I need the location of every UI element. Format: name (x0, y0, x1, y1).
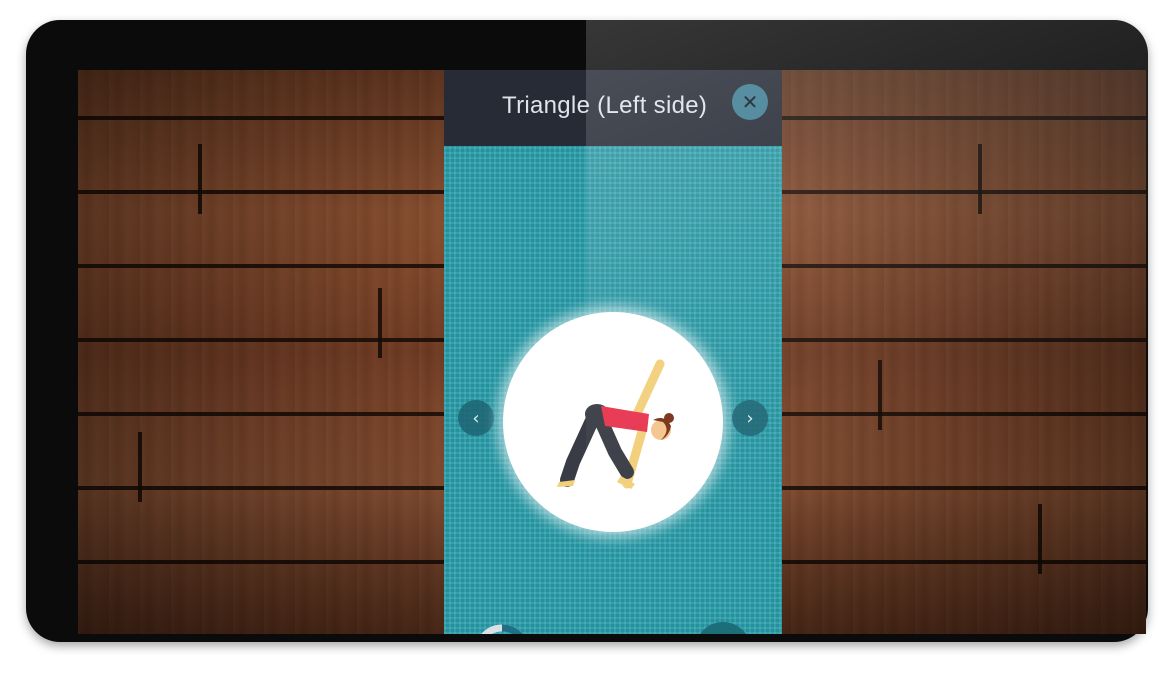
chevron-left-icon: ‹ (472, 407, 480, 429)
exercise-title: Triangle (Left side) (502, 92, 708, 119)
exercise-header: Triangle (Left side) ✕ (444, 70, 782, 146)
countdown-timer: 11 (472, 622, 532, 634)
close-button[interactable]: ✕ (732, 84, 768, 120)
triangle-pose-figure-icon (557, 359, 674, 489)
pose-illustration (503, 312, 723, 532)
exercise-panel: Triangle (Left side) ✕ ‹ › (444, 70, 782, 634)
timer-seconds: 11 (472, 622, 532, 634)
previous-exercise-button[interactable]: ‹ (458, 400, 494, 436)
next-exercise-button[interactable]: › (732, 400, 768, 436)
pause-button[interactable] (695, 622, 751, 634)
tablet-frame: Triangle (Left side) ✕ ‹ › (26, 20, 1148, 642)
close-icon: ✕ (741, 90, 759, 114)
yoga-mat-background: ‹ › (444, 146, 782, 634)
tablet-screen: Triangle (Left side) ✕ ‹ › (78, 70, 1146, 634)
chevron-right-icon: › (746, 407, 754, 429)
